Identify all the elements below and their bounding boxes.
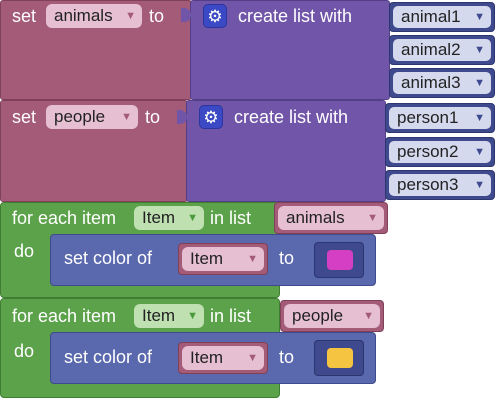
value-text: person3 <box>397 175 459 194</box>
gear-icon[interactable]: ⚙ <box>203 4 227 28</box>
variable-dropdown[interactable]: Item ▼ <box>182 346 264 370</box>
triangle-down-icon: ▼ <box>474 11 485 23</box>
value-dropdown[interactable]: animal2 ▼ <box>393 39 491 61</box>
color-swatch[interactable] <box>327 348 353 368</box>
loop-variable-dropdown[interactable]: Item ▼ <box>134 206 204 230</box>
triangle-down-icon: ▼ <box>187 212 198 224</box>
for-each-label: for each item <box>12 306 117 326</box>
value-text: animal2 <box>401 40 461 59</box>
list-item-value[interactable]: person1 ▼ <box>385 103 495 133</box>
create-list-label: create list with <box>234 107 349 127</box>
to-label: to <box>279 347 295 367</box>
triangle-down-icon: ▼ <box>367 212 378 224</box>
variable-name: animals <box>54 6 113 25</box>
do-label: do <box>14 241 35 261</box>
variable-dropdown[interactable]: people ▼ <box>46 105 138 129</box>
list-item-value[interactable]: animal1 ▼ <box>389 2 495 32</box>
loop-variable-name: Item <box>142 306 176 325</box>
list-variable-getter[interactable]: animals ▼ <box>274 202 388 234</box>
for-each-label: for each item <box>12 208 117 228</box>
in-list-label: in list <box>210 306 252 326</box>
triangle-down-icon: ▼ <box>247 253 258 265</box>
set-color-label: set color of <box>64 248 153 268</box>
to-label: to <box>279 248 295 268</box>
value-dropdown[interactable]: person1 ▼ <box>389 107 491 129</box>
triangle-down-icon: ▼ <box>187 310 198 322</box>
triangle-down-icon: ▼ <box>125 10 136 22</box>
triangle-down-icon: ▼ <box>474 77 485 89</box>
variable-name: people <box>54 107 106 126</box>
triangle-down-icon: ▼ <box>363 310 374 322</box>
item-getter[interactable]: Item ▼ <box>178 342 268 374</box>
triangle-down-icon: ▼ <box>474 146 485 158</box>
item-getter[interactable]: Item ▼ <box>178 243 268 275</box>
variable-name: animals <box>286 208 345 227</box>
loop-variable-dropdown[interactable]: Item ▼ <box>134 304 204 328</box>
set-label: set <box>12 107 37 127</box>
create-list-label: create list with <box>238 6 353 26</box>
color-swatch[interactable] <box>327 250 353 270</box>
triangle-down-icon: ▼ <box>474 112 485 124</box>
value-text: person2 <box>397 142 459 161</box>
value-dropdown[interactable]: animal3 ▼ <box>393 72 491 94</box>
variable-dropdown[interactable]: animals ▼ <box>46 4 142 28</box>
list-item-value[interactable]: animal3 ▼ <box>389 68 495 98</box>
triangle-down-icon: ▼ <box>121 111 132 123</box>
to-label: to <box>145 107 161 127</box>
set-label: set <box>12 6 37 26</box>
list-item-value[interactable]: person2 ▼ <box>385 137 495 167</box>
variable-name: people <box>292 306 344 325</box>
gear-icon[interactable]: ⚙ <box>199 105 223 129</box>
value-text: person1 <box>397 108 459 127</box>
set-color-label: set color of <box>64 347 153 367</box>
do-label: do <box>14 341 35 361</box>
triangle-down-icon: ▼ <box>247 352 258 364</box>
value-dropdown[interactable]: person2 ▼ <box>389 141 491 163</box>
in-list-label: in list <box>210 208 252 228</box>
triangle-down-icon: ▼ <box>474 179 485 191</box>
variable-dropdown[interactable]: Item ▼ <box>182 247 264 271</box>
value-dropdown[interactable]: animal1 ▼ <box>393 6 491 28</box>
to-label: to <box>149 6 165 26</box>
loop-variable-name: Item <box>142 208 176 227</box>
value-dropdown[interactable]: person3 ▼ <box>389 174 491 196</box>
list-item-value[interactable]: person3 ▼ <box>385 170 495 200</box>
value-text: animal1 <box>401 7 461 26</box>
triangle-down-icon: ▼ <box>474 44 485 56</box>
variable-name: Item <box>190 348 224 367</box>
variable-dropdown[interactable]: animals ▼ <box>278 206 384 230</box>
variable-dropdown[interactable]: people ▼ <box>284 304 380 328</box>
value-text: animal3 <box>401 73 461 92</box>
variable-name: Item <box>190 249 224 268</box>
list-item-value[interactable]: animal2 ▼ <box>389 35 495 65</box>
list-variable-getter[interactable]: people ▼ <box>280 300 384 332</box>
